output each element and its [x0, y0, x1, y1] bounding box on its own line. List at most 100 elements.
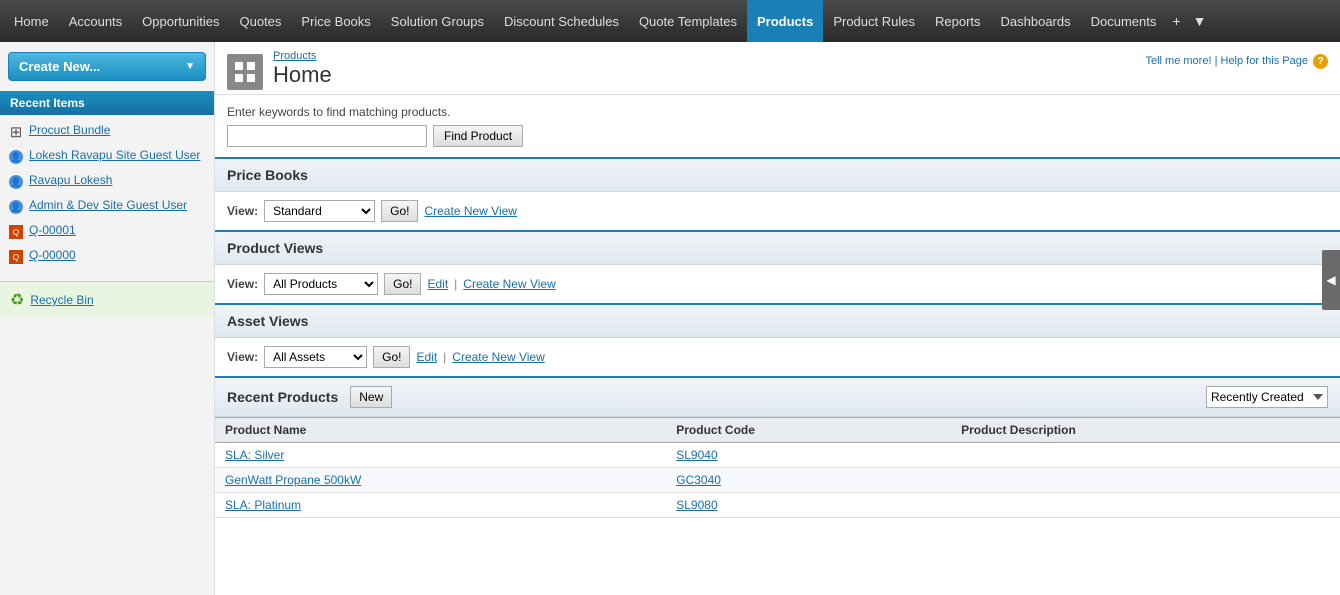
page-help-links: Tell me more! | Help for this Page ?	[1145, 54, 1328, 69]
nav-solution-groups[interactable]: Solution Groups	[381, 0, 494, 42]
recent-products-header: Recent Products New Recently Created Rec…	[215, 378, 1340, 417]
product-views-separator: |	[454, 277, 457, 291]
product-code-link[interactable]: SL9080	[676, 498, 717, 512]
col-product-description: Product Description	[951, 418, 1340, 443]
col-product-code: Product Code	[666, 418, 951, 443]
recent-products-title: Recent Products	[227, 389, 338, 405]
nav-reports[interactable]: Reports	[925, 0, 991, 42]
create-new-button[interactable]: Create New... ▼	[8, 52, 206, 81]
list-item[interactable]: 👤 Ravapu Lokesh	[0, 169, 214, 194]
product-views-edit-link[interactable]: Edit	[427, 277, 448, 291]
asset-views-go-button[interactable]: Go!	[373, 346, 410, 368]
price-books-section: Price Books View: Standard All Price Boo…	[215, 157, 1340, 230]
asset-views-view-label: View:	[227, 350, 258, 364]
price-books-view-label: View:	[227, 204, 258, 218]
asset-views-body: View: All Assets Active Assets Go! Edit …	[215, 338, 1340, 376]
price-books-header: Price Books	[215, 159, 1340, 192]
sidebar: Create New... ▼ Recent Items ⊞ Procuct B…	[0, 42, 215, 595]
recent-item-label[interactable]: Procuct Bundle	[29, 123, 110, 137]
nav-accounts[interactable]: Accounts	[59, 0, 132, 42]
tell-me-more-link[interactable]: Tell me more!	[1145, 55, 1211, 67]
product-views-create-new-view-link[interactable]: Create New View	[463, 277, 555, 291]
product-views-view-label: View:	[227, 277, 258, 291]
product-views-header: Product Views	[215, 232, 1340, 265]
nav-opportunities[interactable]: Opportunities	[132, 0, 229, 42]
product-description	[951, 443, 1340, 468]
nav-plus-icon[interactable]: +	[1166, 0, 1186, 42]
asset-views-create-new-view-link[interactable]: Create New View	[452, 350, 544, 364]
breadcrumb[interactable]: Products	[273, 50, 332, 62]
price-books-create-new-view-link[interactable]: Create New View	[424, 204, 516, 218]
nav-documents[interactable]: Documents	[1081, 0, 1167, 42]
product-description	[951, 493, 1340, 518]
list-item[interactable]: 👤 Admin & Dev Site Guest User	[0, 194, 214, 219]
table-row: SLA: Platinum SL9080	[215, 493, 1340, 518]
product-name-link[interactable]: SLA: Platinum	[225, 498, 301, 512]
product-code-link[interactable]: SL9040	[676, 448, 717, 462]
recent-products-new-button[interactable]: New	[350, 386, 392, 408]
nav-dashboards[interactable]: Dashboards	[991, 0, 1081, 42]
product-views-body: View: All Products Active Products Go! E…	[215, 265, 1340, 303]
create-new-dropdown-arrow-icon: ▼	[185, 61, 195, 72]
product-views-section: Product Views View: All Products Active …	[215, 230, 1340, 303]
price-books-body: View: Standard All Price Books Go! Creat…	[215, 192, 1340, 230]
nav-price-books[interactable]: Price Books	[291, 0, 380, 42]
find-product-button[interactable]: Find Product	[433, 125, 523, 147]
product-description	[951, 468, 1340, 493]
asset-views-view-select[interactable]: All Assets Active Assets	[264, 346, 367, 368]
recent-products-table: Product Name Product Code Product Descri…	[215, 417, 1340, 518]
list-item[interactable]: Q Q-00000	[0, 244, 214, 269]
product-code-link[interactable]: GC3040	[676, 473, 721, 487]
recent-item-label[interactable]: Q-00000	[29, 248, 76, 262]
recent-products-sort-select[interactable]: Recently Created Recently Modified Alpha…	[1206, 386, 1328, 408]
asset-views-section: Asset Views View: All Assets Active Asse…	[215, 303, 1340, 376]
col-product-name: Product Name	[215, 418, 666, 443]
table-row: GenWatt Propane 500kW GC3040	[215, 468, 1340, 493]
collapse-arrow-icon: ◀	[1326, 273, 1335, 287]
page-title: Home	[273, 62, 332, 88]
nav-quote-templates[interactable]: Quote Templates	[629, 0, 747, 42]
asset-views-header: Asset Views	[215, 305, 1340, 338]
list-item[interactable]: ⊞ Procuct Bundle	[0, 119, 214, 144]
recent-item-label[interactable]: Q-00001	[29, 223, 76, 237]
search-input[interactable]	[227, 125, 427, 147]
product-views-view-select[interactable]: All Products Active Products	[264, 273, 378, 295]
page-header: Products Home Tell me more! | Help for t…	[215, 42, 1340, 95]
product-name-link[interactable]: SLA: Silver	[225, 448, 284, 462]
search-description: Enter keywords to find matching products…	[227, 105, 1328, 119]
recent-item-label[interactable]: Admin & Dev Site Guest User	[29, 198, 187, 212]
list-item[interactable]: 👤 Lokesh Ravapu Site Guest User	[0, 144, 214, 169]
quote-icon: Q	[8, 224, 24, 240]
nav-home[interactable]: Home	[4, 0, 59, 42]
nav-quotes[interactable]: Quotes	[230, 0, 292, 42]
price-books-view-select[interactable]: Standard All Price Books	[264, 200, 375, 222]
asset-views-edit-link[interactable]: Edit	[416, 350, 437, 364]
table-row: SLA: Silver SL9040	[215, 443, 1340, 468]
user-icon: 👤	[8, 199, 24, 215]
nav-more-arrow-icon[interactable]: ▼	[1187, 0, 1213, 42]
nav-products[interactable]: Products	[747, 0, 823, 42]
product-views-go-button[interactable]: Go!	[384, 273, 421, 295]
search-area: Enter keywords to find matching products…	[215, 95, 1340, 157]
recent-products-section: Recent Products New Recently Created Rec…	[215, 376, 1340, 518]
recent-item-label[interactable]: Ravapu Lokesh	[29, 173, 112, 187]
recycle-bin-label[interactable]: Recycle Bin	[30, 293, 93, 307]
top-navigation: Home Accounts Opportunities Quotes Price…	[0, 0, 1340, 42]
nav-product-rules[interactable]: Product Rules	[823, 0, 925, 42]
product-name-link[interactable]: GenWatt Propane 500kW	[225, 473, 361, 487]
recycle-bin-icon: ♻	[10, 290, 24, 310]
collapse-tab[interactable]: ◀	[1322, 250, 1340, 310]
main-content: Products Home Tell me more! | Help for t…	[215, 42, 1340, 595]
create-new-label: Create New...	[19, 59, 100, 74]
help-for-page-link[interactable]: Help for this Page	[1221, 55, 1308, 67]
user-icon: 👤	[8, 174, 24, 190]
recent-items-list: ⊞ Procuct Bundle 👤 Lokesh Ravapu Site Gu…	[0, 115, 214, 273]
user-icon: 👤	[8, 149, 24, 165]
recycle-bin-item[interactable]: ♻ Recycle Bin	[0, 281, 214, 318]
nav-discount-schedules[interactable]: Discount Schedules	[494, 0, 629, 42]
help-icon[interactable]: ?	[1313, 54, 1328, 69]
recent-item-label[interactable]: Lokesh Ravapu Site Guest User	[29, 148, 200, 162]
price-books-go-button[interactable]: Go!	[381, 200, 418, 222]
list-item[interactable]: Q Q-00001	[0, 219, 214, 244]
recent-items-header: Recent Items	[0, 91, 214, 115]
